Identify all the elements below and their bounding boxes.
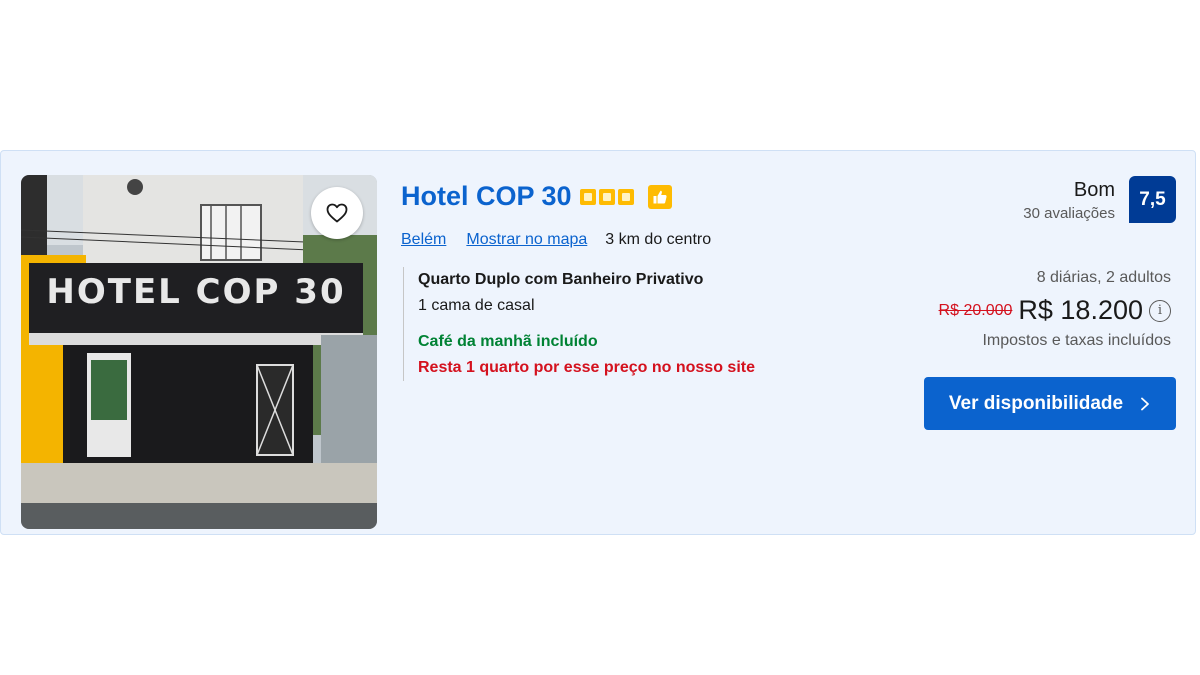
check-availability-label: Ver disponibilidade <box>948 392 1124 414</box>
price-row: R$ 20.000 R$ 18.200 i <box>939 295 1171 326</box>
room-info: Quarto Duplo com Banheiro Privativo 1 ca… <box>403 267 755 381</box>
current-price: R$ 18.200 <box>1018 295 1143 325</box>
star-icon <box>617 188 634 205</box>
rooms-left-warning: Resta 1 quarto por esse preço no nosso s… <box>418 359 755 376</box>
check-availability-button[interactable]: Ver disponibilidade <box>924 377 1176 430</box>
star-icon <box>598 188 615 205</box>
hotel-card: HOTEL COP 30 Hotel COP 30 Belém Mostrar … <box>0 150 1196 535</box>
info-icon[interactable]: i <box>1149 299 1171 322</box>
heart-icon <box>326 203 348 223</box>
city-link[interactable]: Belém <box>401 231 446 249</box>
review-summary[interactable]: Bom 30 avaliações <box>1023 179 1115 222</box>
price-block: 8 diárias, 2 adultos R$ 20.000 R$ 18.200… <box>939 269 1171 350</box>
distance-text: 3 km do centro <box>605 231 712 248</box>
title-row: Hotel COP 30 <box>401 181 672 212</box>
hotel-sign: HOTEL COP 30 <box>46 272 345 312</box>
rating-word: Bom <box>1073 179 1115 201</box>
star-icon <box>579 188 596 205</box>
chevron-right-icon <box>1141 397 1149 410</box>
review-score-badge[interactable]: 7,5 <box>1129 176 1176 223</box>
location-row: Belém Mostrar no mapa 3 km do centro <box>401 231 711 249</box>
room-name: Quarto Duplo com Banheiro Privativo <box>418 271 704 288</box>
breakfast-included: Café da manhã incluído <box>418 333 598 350</box>
review-count: 30 avaliações <box>1023 205 1115 222</box>
original-price: R$ 20.000 <box>938 301 1013 319</box>
hotel-name-link[interactable]: Hotel COP 30 <box>401 181 572 212</box>
stay-info: 8 diárias, 2 adultos <box>1036 269 1171 286</box>
bed-info: 1 cama de casal <box>418 297 535 314</box>
taxes-included: Impostos e taxas incluídos <box>982 332 1171 349</box>
favorite-button[interactable] <box>311 187 363 239</box>
star-rating <box>579 188 634 205</box>
show-on-map-link[interactable]: Mostrar no mapa <box>466 231 587 249</box>
thumbs-up-icon <box>647 184 672 209</box>
